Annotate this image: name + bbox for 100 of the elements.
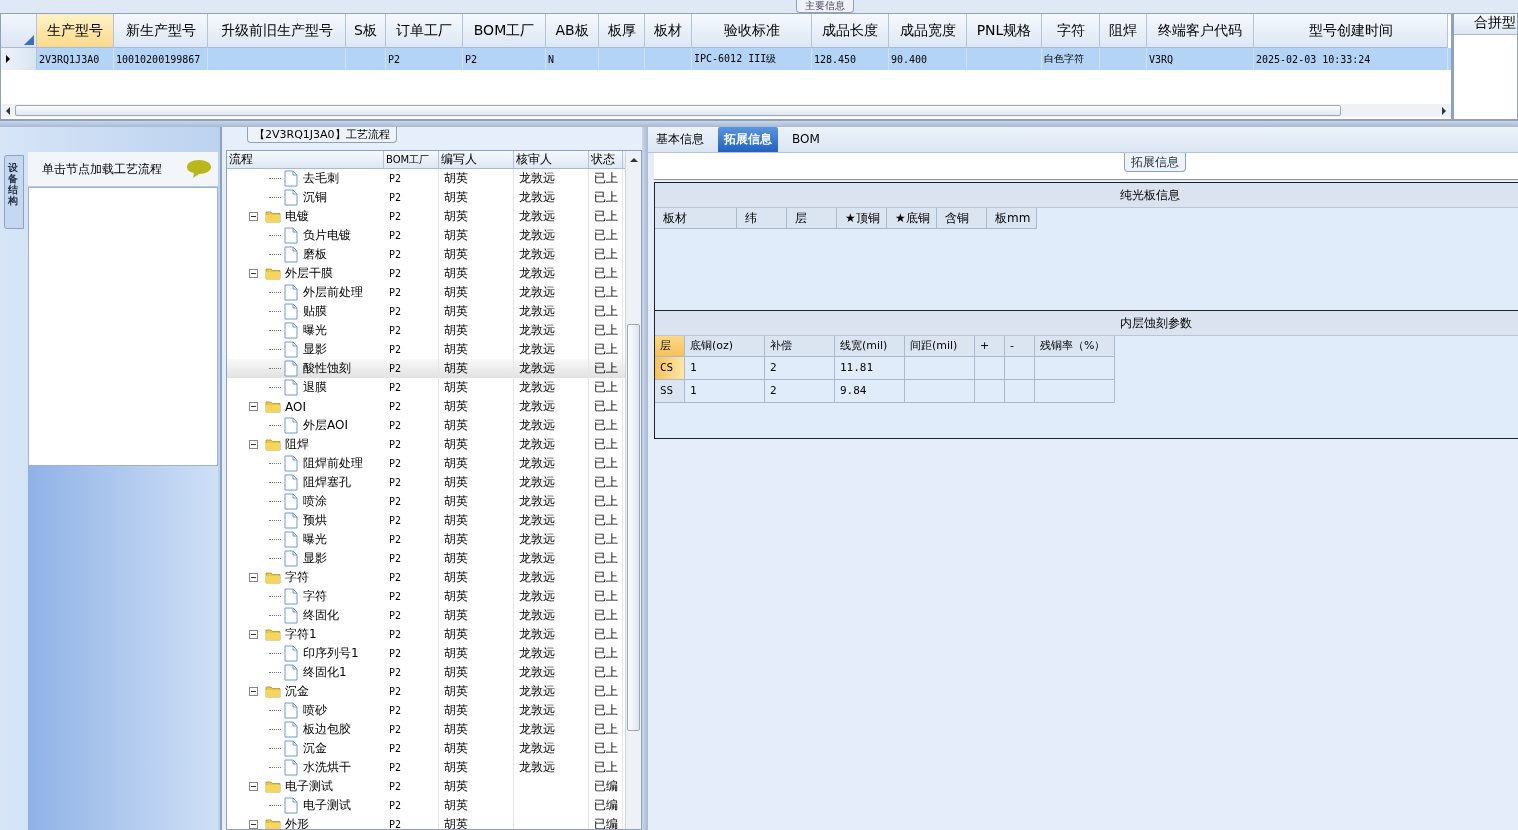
column-header[interactable]: 纬: [737, 208, 787, 229]
column-header[interactable]: 残铜率（%）: [1035, 336, 1115, 357]
column-header[interactable]: 成品长度: [812, 14, 889, 48]
tree-row[interactable]: 板边包胶 P2 胡英 龙敦远 已上: [227, 720, 625, 739]
column-header[interactable]: 阻焊: [1100, 14, 1147, 48]
scroll-up-icon[interactable]: [629, 157, 638, 163]
tree-row[interactable]: 预烘 P2 胡英 龙敦远 已上: [227, 511, 625, 530]
tree-row[interactable]: 沉金 P2 胡英 龙敦远 已上: [227, 682, 625, 701]
column-header[interactable]: 层: [655, 336, 685, 357]
column-header[interactable]: 字符: [1042, 14, 1100, 48]
column-header[interactable]: 层: [787, 208, 837, 229]
tree-row[interactable]: 水洗烘干 P2 胡英 龙敦远 已上: [227, 758, 625, 777]
column-header[interactable]: 新生产型号: [114, 14, 208, 48]
collapse-icon[interactable]: [249, 440, 258, 449]
tree-row[interactable]: 阻焊前处理 P2 胡英 龙敦远 已上: [227, 454, 625, 473]
column-header[interactable]: 板厚: [599, 14, 645, 48]
tree-row[interactable]: 负片电镀 P2 胡英 龙敦远 已上: [227, 226, 625, 245]
column-header[interactable]: 板mm: [987, 208, 1037, 229]
column-header[interactable]: 编写人: [439, 151, 514, 168]
node-label: 显影: [303, 341, 327, 358]
empty-cell: [1005, 380, 1035, 403]
horizontal-scrollbar[interactable]: [1, 104, 1451, 117]
document-icon: [284, 341, 298, 358]
collapse-icon[interactable]: [249, 820, 258, 829]
tree-row[interactable]: 电子测试 P2 胡英 已编: [227, 777, 625, 796]
column-header[interactable]: 板材: [645, 14, 692, 48]
tree-row[interactable]: 沉铜 P2 胡英 龙敦远 已上: [227, 188, 625, 207]
tree-row[interactable]: 外层前处理 P2 胡英 龙敦远 已上: [227, 283, 625, 302]
node-label: 显影: [303, 550, 327, 567]
column-header[interactable]: BOM工厂: [384, 151, 439, 168]
column-header[interactable]: BOM工厂: [463, 14, 546, 48]
tab[interactable]: BOM: [786, 127, 826, 152]
tree-row[interactable]: 曝光 P2 胡英 龙敦远 已上: [227, 321, 625, 340]
tree-row[interactable]: 喷砂 P2 胡英 龙敦远 已上: [227, 701, 625, 720]
tree-row[interactable]: 喷涂 P2 胡英 龙敦远 已上: [227, 492, 625, 511]
tree-row[interactable]: AOI P2 胡英 龙敦远 已上: [227, 397, 625, 416]
column-header[interactable]: 合拼型: [1454, 14, 1517, 35]
side-tab[interactable]: 设备结构: [4, 155, 24, 229]
tree-row[interactable]: 去毛刺 P2 胡英 龙敦远 已上: [227, 169, 625, 188]
column-header[interactable]: 核审人: [514, 151, 589, 168]
collapse-icon[interactable]: [249, 782, 258, 791]
column-header[interactable]: 生产型号: [37, 14, 114, 48]
vertical-scrollbar[interactable]: [625, 151, 641, 829]
tab[interactable]: 基本信息: [650, 127, 710, 152]
tree-row[interactable]: 外层干膜 P2 胡英 龙敦远 已上: [227, 264, 625, 283]
collapse-icon[interactable]: [249, 269, 258, 278]
column-header[interactable]: ★顶铜: [837, 208, 887, 229]
column-header[interactable]: 含铜: [937, 208, 987, 229]
row-header[interactable]: SS: [655, 380, 685, 403]
tree-row[interactable]: 电镀 P2 胡英 龙敦远 已上: [227, 207, 625, 226]
column-header[interactable]: 状态: [589, 151, 623, 168]
column-header[interactable]: 终端客户代码: [1147, 14, 1254, 48]
document-icon: [284, 512, 298, 529]
tree-row[interactable]: 字符1 P2 胡英 龙敦远 已上: [227, 625, 625, 644]
column-header[interactable]: S板: [346, 14, 386, 48]
column-header[interactable]: 板材: [655, 208, 737, 229]
column-header[interactable]: -: [1005, 336, 1035, 357]
tree-row[interactable]: 外层AOI P2 胡英 龙敦远 已上: [227, 416, 625, 435]
tree-row[interactable]: 贴膜 P2 胡英 龙敦远 已上: [227, 302, 625, 321]
column-header[interactable]: 补偿: [765, 336, 835, 357]
tree-row[interactable]: 字符 P2 胡英 龙敦远 已上: [227, 587, 625, 606]
column-header[interactable]: 底铜(oz): [685, 336, 765, 357]
tree-row[interactable]: 沉金 P2 胡英 龙敦远 已上: [227, 739, 625, 758]
column-header[interactable]: 间距(mil): [905, 336, 975, 357]
table-row[interactable]: 2V3RQ1J3A0 10010200199867 P2 P2 N IPC-6012 III级 128.450 90.400 白色字符 V3RQ 2025-02-03 10:33:24: [1, 48, 1451, 70]
tree-row[interactable]: 阻焊 P2 胡英 龙敦远 已上: [227, 435, 625, 454]
column-header[interactable]: 线宽(mil): [835, 336, 905, 357]
tab[interactable]: 拓展信息: [718, 127, 778, 152]
tree-row[interactable]: 字符 P2 胡英 龙敦远 已上: [227, 568, 625, 587]
tree-row[interactable]: 阻焊塞孔 P2 胡英 龙敦远 已上: [227, 473, 625, 492]
column-header[interactable]: PNL规格: [967, 14, 1042, 48]
tree-row[interactable]: 终固化 P2 胡英 龙敦远 已上: [227, 606, 625, 625]
tree-row[interactable]: 显影 P2 胡英 龙敦远 已上: [227, 549, 625, 568]
scroll-left-icon[interactable]: [5, 106, 11, 115]
collapse-icon[interactable]: [249, 402, 258, 411]
column-header[interactable]: 型号创建时间: [1254, 14, 1448, 48]
table-cell: P2: [389, 800, 402, 811]
column-header[interactable]: AB板: [546, 14, 599, 48]
tree-row[interactable]: 印序列号1 P2 胡英 龙敦远 已上: [227, 644, 625, 663]
tree-row[interactable]: 磨板 P2 胡英 龙敦远 已上: [227, 245, 625, 264]
document-icon: [284, 322, 298, 339]
scroll-right-icon[interactable]: [1441, 106, 1447, 115]
tree-row[interactable]: 酸性蚀刻 P2 胡英 龙敦远 已上: [227, 359, 625, 378]
column-header[interactable]: 成品宽度: [889, 14, 967, 48]
table-cell: 1: [685, 357, 765, 380]
tree-row[interactable]: 终固化1 P2 胡英 龙敦远 已上: [227, 663, 625, 682]
column-header[interactable]: 验收标准: [692, 14, 812, 48]
collapse-icon[interactable]: [249, 687, 258, 696]
column-header[interactable]: 升级前旧生产型号: [208, 14, 346, 48]
tree-row[interactable]: 退膜 P2 胡英 龙敦远 已上: [227, 378, 625, 397]
tree-row[interactable]: 曝光 P2 胡英 龙敦远 已上: [227, 530, 625, 549]
tree-row[interactable]: 电子测试 P2 胡英 已编: [227, 796, 625, 815]
column-header[interactable]: 订单工厂: [386, 14, 463, 48]
row-header[interactable]: CS: [655, 357, 685, 380]
collapse-icon[interactable]: [249, 573, 258, 582]
column-header[interactable]: +: [975, 336, 1005, 357]
collapse-icon[interactable]: [249, 630, 258, 639]
column-header[interactable]: ★底铜: [887, 208, 937, 229]
collapse-icon[interactable]: [249, 212, 258, 221]
column-header[interactable]: 流程: [227, 151, 384, 168]
